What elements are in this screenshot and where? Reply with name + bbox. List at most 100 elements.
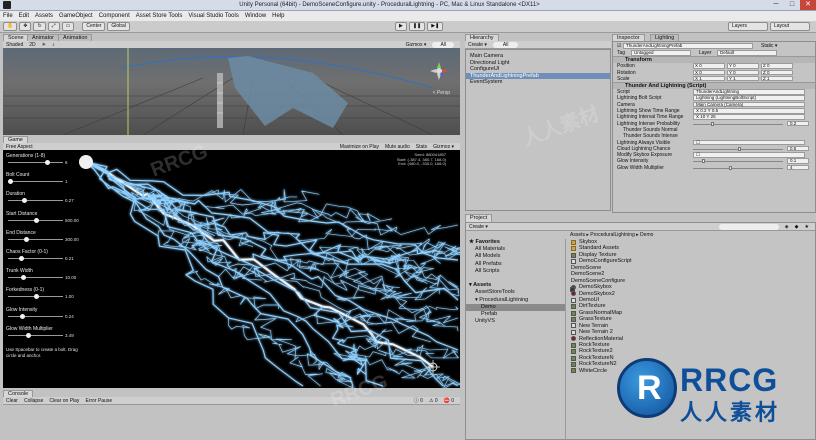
scene-gizmos-dropdown[interactable]: Gizmos ▾ — [406, 42, 427, 48]
tab-project[interactable]: Project — [465, 214, 493, 222]
hierarchy-item[interactable]: EventSystem — [466, 79, 610, 86]
close-button[interactable]: ✕ — [800, 0, 816, 10]
shading-mode-dropdown[interactable]: Shaded — [6, 42, 23, 48]
menu-edit[interactable]: Edit — [19, 13, 29, 19]
field-value[interactable]: ThunderAndLightning — [693, 89, 805, 95]
minimize-button[interactable]: ─ — [768, 0, 784, 10]
slider-track[interactable] — [693, 161, 783, 163]
slider-knob[interactable] — [711, 121, 714, 126]
bolt-start-handle[interactable] — [79, 155, 93, 169]
slider-track[interactable] — [8, 315, 63, 317]
play-button[interactable]: ▶ — [395, 22, 407, 31]
game-view[interactable]: Generations (1-8) 6 Bolt Count 1 Duratio… — [3, 150, 460, 388]
folder-tree-item[interactable] — [466, 275, 565, 282]
game-gizmos-dropdown[interactable]: Gizmos ▾ — [433, 144, 454, 150]
console-error-pause-toggle[interactable]: Error Pause — [85, 398, 112, 404]
2d-toggle[interactable]: 2D — [29, 42, 35, 48]
position-z-field[interactable]: Z 0 — [761, 63, 793, 69]
rotation-x-field[interactable]: X 0 — [693, 69, 725, 76]
slider-knob[interactable] — [20, 313, 26, 319]
pause-button[interactable]: ❚❚ — [408, 22, 426, 31]
console-clear-on-play-toggle[interactable]: Clear on Play — [49, 398, 79, 404]
slider-track[interactable] — [8, 257, 63, 259]
breadcrumb-path[interactable]: Assets ▸ ProceduralLightning ▸ Demo — [570, 232, 653, 238]
slider-knob[interactable] — [729, 165, 732, 170]
position-x-field[interactable]: X 0 — [693, 63, 725, 69]
folder-tree-item[interactable]: AssetStoreTools — [466, 289, 565, 296]
folder-tree-item[interactable]: Prefab — [466, 311, 565, 318]
rotation-z-field[interactable]: Z 0 — [761, 69, 793, 76]
rect-tool-icon[interactable]: ▭ — [61, 22, 75, 31]
slider-track[interactable] — [8, 162, 63, 163]
filter-type-icon[interactable]: ◈ — [785, 224, 789, 230]
folder-tree-item[interactable]: ▾ ProceduralLightning — [466, 297, 565, 304]
object-name-field[interactable]: ThunderAndLightningPrefab — [623, 43, 753, 49]
aspect-dropdown[interactable]: Free Aspect — [6, 144, 33, 150]
slider-value-field[interactable]: 0.1 — [787, 158, 809, 164]
slider-track[interactable] — [8, 277, 63, 279]
console-error-count[interactable]: ⛔ 0 — [444, 398, 454, 404]
layer-dropdown[interactable]: Default — [717, 50, 777, 56]
maximize-button[interactable]: □ — [784, 0, 800, 10]
position-y-field[interactable]: Y 0 — [727, 63, 759, 69]
slider-knob[interactable] — [34, 217, 39, 223]
layout-dropdown[interactable]: Layout — [770, 22, 810, 31]
hierarchy-create-dropdown[interactable]: Create ▾ — [468, 42, 487, 48]
static-toggle[interactable]: Static ▾ — [761, 42, 777, 50]
scene-search-input[interactable]: All — [432, 41, 454, 48]
field-value[interactable]: ☐ — [693, 139, 805, 146]
console-log-count[interactable]: ⓘ 0 — [414, 397, 423, 404]
menu-assets[interactable]: Assets — [35, 13, 53, 19]
slider-value-field[interactable]: 0.2 — [787, 120, 809, 127]
stats-toggle[interactable]: Stats — [416, 144, 427, 150]
menu-component[interactable]: Component — [99, 13, 130, 19]
menu-window[interactable]: Window — [245, 13, 266, 19]
field-value[interactable]: X 0.2 Y 0.5 — [693, 108, 805, 114]
field-value[interactable]: Main Camera (Camera) — [693, 101, 805, 108]
project-create-dropdown[interactable]: Create ▾ — [469, 224, 488, 230]
slider-knob[interactable] — [23, 236, 29, 242]
folder-tree-item[interactable]: All Scripts — [466, 268, 565, 275]
folder-tree-item-selected[interactable]: Demo — [466, 303, 565, 311]
slider-knob[interactable] — [21, 275, 26, 281]
folder-tree-item[interactable]: ★ Favorites — [466, 239, 565, 246]
menu-visual-studio-tools[interactable]: Visual Studio Tools — [188, 13, 238, 19]
project-search-input[interactable] — [718, 223, 779, 230]
slider-knob[interactable] — [26, 332, 32, 338]
slider-track[interactable] — [8, 200, 63, 202]
console-clear-button[interactable]: Clear — [6, 398, 18, 404]
slider-value-field[interactable]: 0.5 — [787, 145, 809, 152]
slider-track[interactable] — [8, 181, 63, 183]
script-component-header[interactable]: Thunder And Lightning (Script) — [613, 82, 815, 90]
scene-orientation-gizmo-icon[interactable] — [430, 62, 448, 80]
move-tool-icon[interactable]: ✥ — [19, 22, 32, 31]
slider-knob[interactable] — [18, 255, 24, 261]
rotate-tool-icon[interactable]: ↻ — [33, 22, 46, 31]
transform-header[interactable]: Transform — [613, 56, 815, 64]
slider-knob[interactable] — [34, 294, 39, 300]
slider-track[interactable] — [693, 167, 783, 169]
slider-track[interactable] — [8, 334, 63, 336]
slider-knob[interactable] — [8, 179, 13, 185]
menu-gameobject[interactable]: GameObject — [59, 13, 93, 19]
space-toggle[interactable]: Global — [107, 22, 130, 31]
folder-tree-item[interactable]: All Materials — [466, 246, 565, 253]
pivot-toggle[interactable]: Center — [82, 22, 106, 31]
scale-z-field[interactable]: Z 1 — [761, 75, 793, 82]
menu-file[interactable]: File — [3, 13, 13, 19]
folder-tree-item[interactable]: All Models — [466, 253, 565, 260]
slider-track[interactable] — [8, 238, 63, 240]
folder-tree-item[interactable]: UnityVS — [466, 318, 565, 325]
slider-value-field[interactable]: 4 — [787, 164, 809, 171]
slider-knob[interactable] — [702, 159, 705, 164]
console-collapse-toggle[interactable]: Collapse — [24, 398, 43, 404]
folder-tree-item[interactable]: All Prefabs — [466, 261, 565, 268]
menu-asset-store-tools[interactable]: Asset Store Tools — [136, 13, 183, 19]
scene-view[interactable]: < Persp — [3, 48, 460, 135]
scale-tool-icon[interactable]: ⤢ — [47, 22, 60, 31]
maximize-on-play-toggle[interactable]: Maximize on Play — [340, 144, 379, 150]
step-button[interactable]: ▶❚ — [427, 22, 444, 31]
field-value[interactable]: Lightning (LightningBoltScript) — [693, 95, 805, 101]
slider-knob[interactable] — [22, 198, 28, 204]
slider-track[interactable] — [693, 123, 783, 125]
